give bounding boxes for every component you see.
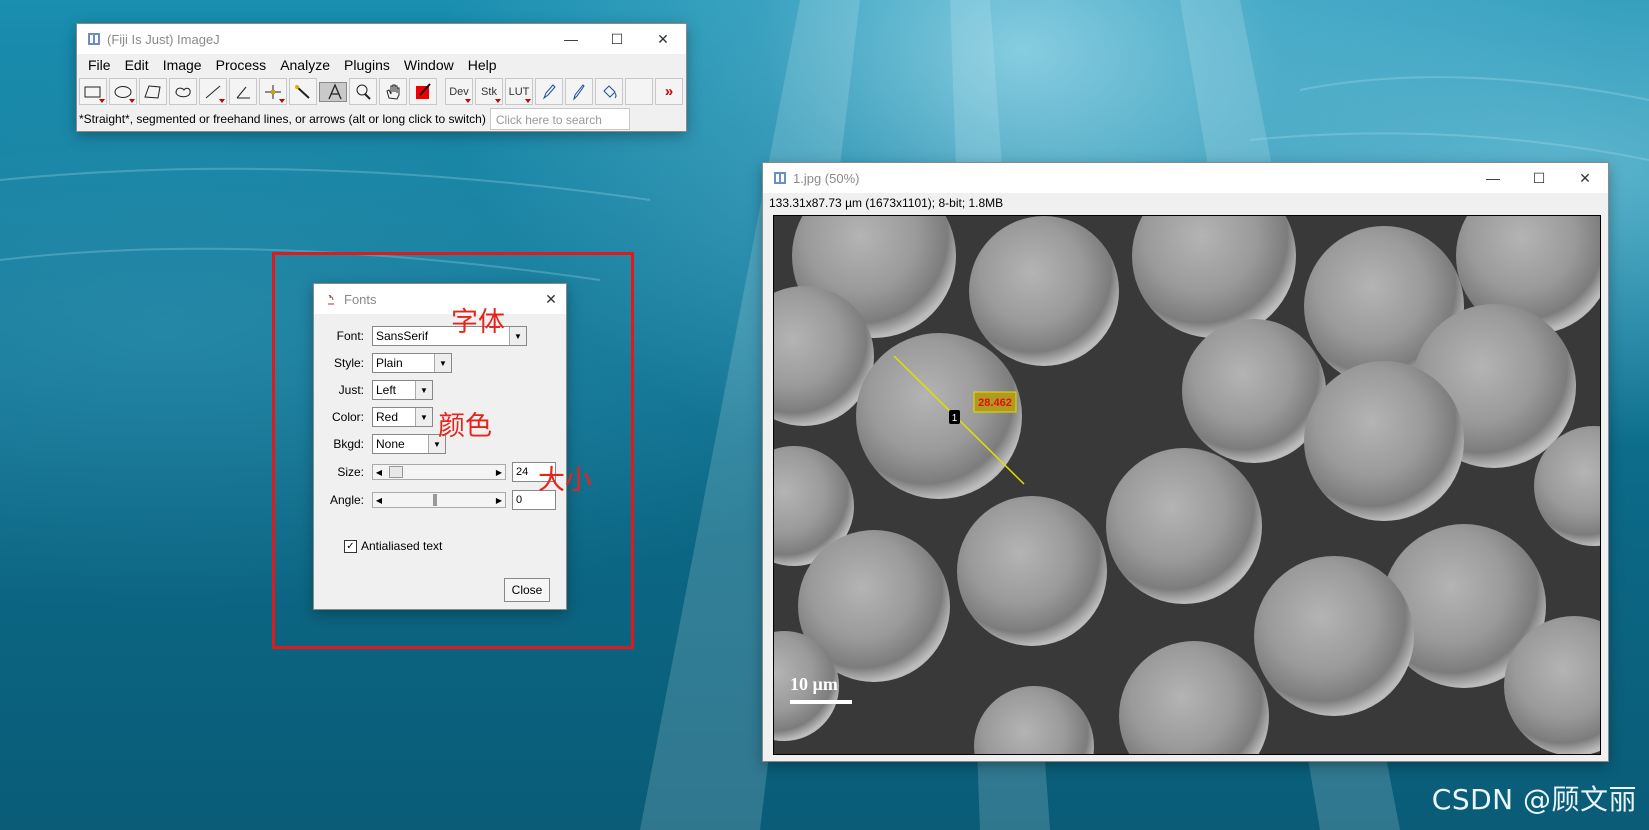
- style-select[interactable]: Plain ▼: [372, 353, 452, 373]
- csdn-watermark: CSDN @顾文丽: [1431, 783, 1637, 816]
- close-icon[interactable]: ✕: [1562, 163, 1608, 193]
- oval-tool-icon[interactable]: [109, 78, 137, 105]
- chevron-down-icon: ▼: [509, 327, 526, 345]
- just-label: Just:: [338, 383, 364, 397]
- window-title: (Fiji Is Just) ImageJ: [107, 31, 220, 47]
- maximize-icon[interactable]: ☐: [594, 24, 640, 54]
- size-slider[interactable]: ◀ ▶: [372, 464, 506, 480]
- polygon-tool-icon[interactable]: [139, 78, 167, 105]
- hand-tool-icon[interactable]: [379, 78, 407, 105]
- tool-bar: Dev Stk LUT »: [77, 76, 686, 107]
- image-window-title: 1.jpg (50%): [793, 170, 860, 186]
- wand-tool-icon[interactable]: [289, 78, 317, 105]
- angle-tool-icon[interactable]: [229, 78, 257, 105]
- close-icon[interactable]: ✕: [536, 284, 566, 314]
- fonts-title: Fonts: [344, 291, 377, 307]
- annotation-color: 颜色: [438, 411, 492, 442]
- scale-bar: [790, 700, 852, 704]
- menu-analyze[interactable]: Analyze: [273, 57, 337, 73]
- freehand-tool-icon[interactable]: [169, 78, 197, 105]
- image-titlebar[interactable]: 1.jpg (50%) — ☐ ✕: [763, 163, 1608, 193]
- image-canvas[interactable]: 1 28.462 10 µm: [773, 215, 1601, 755]
- just-select[interactable]: Left ▼: [372, 380, 433, 400]
- angle-slider[interactable]: ◀ ▶: [372, 492, 506, 508]
- size-slider-thumb[interactable]: [389, 466, 403, 478]
- chevron-down-icon: ▼: [434, 354, 451, 372]
- arrow-right-icon[interactable]: ▶: [493, 493, 505, 507]
- chevron-down-icon: ▼: [415, 381, 432, 399]
- arrow-left-icon[interactable]: ◀: [373, 465, 385, 479]
- minimize-icon[interactable]: —: [548, 24, 594, 54]
- scale-bar-label: 10 µm: [790, 674, 838, 694]
- bkgd-label: Bkgd:: [333, 437, 364, 451]
- antialiased-label: Antialiased text: [361, 539, 443, 553]
- menu-file[interactable]: File: [81, 57, 118, 73]
- menu-plugins[interactable]: Plugins: [337, 57, 397, 73]
- font-label: Font:: [336, 329, 364, 343]
- imagej-titlebar[interactable]: (Fiji Is Just) ImageJ — ☐ ✕: [77, 24, 686, 54]
- menu-process[interactable]: Process: [209, 57, 274, 73]
- close-button[interactable]: Close: [504, 578, 550, 602]
- text-roi-label: 28.462: [978, 397, 1012, 409]
- rectangle-tool-icon[interactable]: [79, 78, 107, 105]
- minimize-icon[interactable]: —: [1470, 163, 1516, 193]
- dev-label: Dev: [449, 85, 469, 98]
- menu-window[interactable]: Window: [397, 57, 461, 73]
- fiji-app-icon: [88, 33, 100, 45]
- style-value: Plain: [376, 356, 403, 370]
- imagej-main-window: (Fiji Is Just) ImageJ — ☐ ✕ File Edit Im…: [77, 24, 686, 131]
- font-value: SansSerif: [376, 329, 429, 343]
- pencil-tool-icon[interactable]: [535, 78, 563, 105]
- roi-number: 1: [952, 413, 958, 424]
- annotation-size: 大小: [538, 465, 592, 496]
- size-label: Size:: [337, 465, 364, 479]
- chevron-down-icon: ▼: [415, 408, 432, 426]
- search-input[interactable]: Click here to search: [489, 108, 630, 130]
- java-icon: [328, 294, 334, 305]
- color-value: Red: [376, 410, 399, 424]
- text-tool-icon[interactable]: [319, 81, 347, 102]
- image-window: 1.jpg (50%) — ☐ ✕ 133.31x87.73 µm (1673x…: [763, 163, 1608, 761]
- menu-bar: File Edit Image Process Analyze Plugins …: [77, 54, 686, 76]
- annotation-font: 字体: [451, 307, 505, 338]
- lut-tool-icon[interactable]: LUT: [505, 78, 533, 105]
- image-info-text: 133.31x87.73 µm (1673x1101); 8-bit; 1.8M…: [769, 196, 1004, 210]
- just-value: Left: [376, 383, 397, 397]
- point-tool-icon[interactable]: [259, 78, 287, 105]
- color-label: Color:: [331, 410, 364, 424]
- line-tool-icon[interactable]: [199, 78, 227, 105]
- arrow-left-icon[interactable]: ◀: [373, 493, 385, 507]
- maximize-icon[interactable]: ☐: [1516, 163, 1562, 193]
- empty-tool-slot: [625, 78, 653, 105]
- bkgd-value: None: [376, 437, 405, 451]
- menu-help[interactable]: Help: [461, 57, 504, 73]
- style-label: Style:: [333, 356, 364, 370]
- menu-image[interactable]: Image: [156, 57, 209, 73]
- menu-edit[interactable]: Edit: [118, 57, 156, 73]
- color-picker-tool-icon[interactable]: [409, 78, 437, 105]
- lut-label: LUT: [508, 85, 530, 98]
- fonts-titlebar[interactable]: Fonts ✕: [314, 284, 566, 314]
- stk-label: Stk: [481, 85, 497, 98]
- dev-tool-icon[interactable]: Dev: [445, 78, 473, 105]
- angle-label: Angle:: [329, 493, 364, 507]
- more-tools-icon[interactable]: »: [655, 78, 683, 105]
- fiji-app-icon: [774, 172, 786, 184]
- zoom-tool-icon[interactable]: [349, 78, 377, 105]
- status-text: *Straight*, segmented or freehand lines,…: [79, 112, 486, 126]
- angle-slider-thumb[interactable]: [433, 494, 437, 506]
- antialiased-checkbox[interactable]: ✓: [344, 539, 357, 553]
- sem-particles-image: 1 28.462 10 µm: [774, 216, 1600, 754]
- close-icon[interactable]: ✕: [640, 24, 686, 54]
- arrow-right-icon[interactable]: ▶: [493, 465, 505, 479]
- flood-fill-tool-icon[interactable]: [595, 78, 623, 105]
- bkgd-select[interactable]: None ▼: [372, 434, 446, 454]
- stk-tool-icon[interactable]: Stk: [475, 78, 503, 105]
- color-select[interactable]: Red ▼: [372, 407, 433, 427]
- brush-tool-icon[interactable]: [565, 78, 593, 105]
- fonts-dialog: Fonts ✕ Font: SansSerif ▼ Style: Plain ▼ J…: [314, 284, 566, 609]
